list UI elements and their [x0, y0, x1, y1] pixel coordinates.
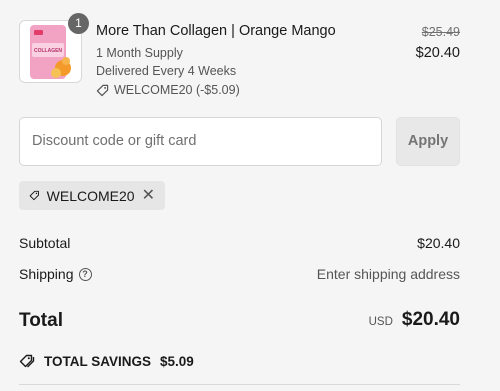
savings-value: $5.09 [160, 354, 194, 369]
product-discount: WELCOME20 (-$5.09) [96, 81, 336, 99]
tag-icon [29, 190, 39, 201]
product-prices: $25.49 $20.40 [416, 24, 460, 63]
shipping-row: Shipping ? Enter shipping address [19, 265, 460, 283]
subtotal-label: Subtotal [19, 235, 71, 251]
order-summary: COLLAGEN 1 More Than Collagen | Orange M… [0, 0, 500, 391]
total-row: Total USD $20.40 [19, 309, 460, 335]
help-icon[interactable]: ? [78, 267, 92, 281]
applied-discount-tag: WELCOME20 ✕ [19, 181, 165, 210]
product-image-text: COLLAGEN [34, 48, 62, 54]
product-supply: 1 Month Supply [96, 46, 183, 60]
quantity-badge: 1 [68, 13, 89, 34]
shipping-label: Shipping [19, 266, 74, 282]
discount-code-input[interactable]: Discount code or gift card [19, 117, 382, 166]
remove-discount-icon[interactable]: ✕ [142, 187, 155, 204]
currency-code: USD [368, 316, 393, 328]
savings-tag-icon [19, 354, 35, 368]
discounted-price: $20.40 [415, 45, 460, 61]
tag-icon [96, 84, 109, 96]
apply-button[interactable]: Apply [396, 117, 460, 166]
total-value: $20.40 [401, 309, 460, 330]
applied-discount-code: WELCOME20 [46, 187, 135, 204]
divider [19, 384, 460, 385]
total-savings: TOTAL SAVINGS $5.09 [19, 354, 194, 369]
original-price: $25.49 [421, 25, 460, 39]
subtotal-row: Subtotal $20.40 [19, 234, 460, 252]
product-delivery: Delivered Every 4 Weeks [96, 64, 237, 78]
shipping-value: Enter shipping address [316, 266, 460, 282]
savings-label: TOTAL SAVINGS [44, 354, 152, 369]
product-info: More Than Collagen | Orange Mango 1 Mont… [96, 21, 336, 99]
product-name: More Than Collagen | Orange Mango [96, 23, 336, 39]
line-item: COLLAGEN 1 More Than Collagen | Orange M… [19, 13, 460, 99]
product-discount-text: WELCOME20 (-$5.09) [114, 83, 240, 97]
total-label: Total [19, 310, 63, 331]
subtotal-value: $20.40 [417, 235, 460, 251]
